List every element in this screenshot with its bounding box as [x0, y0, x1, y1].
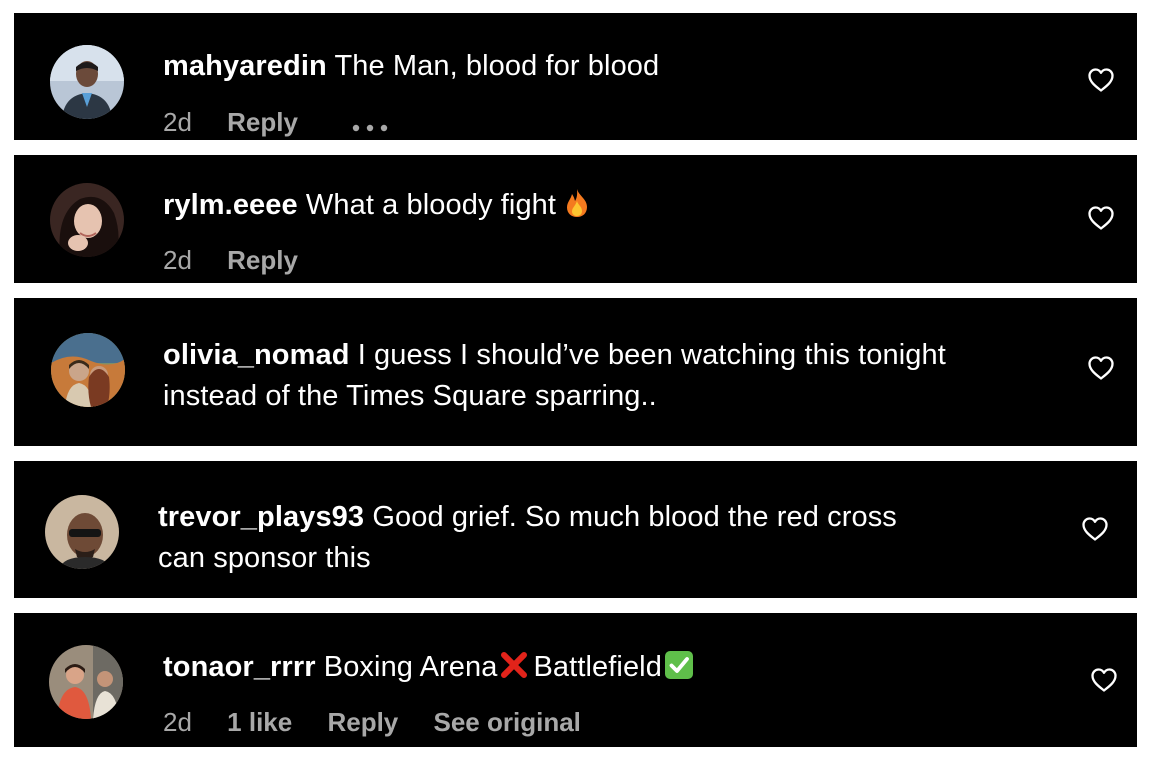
comment-meta: 2d Reply — [163, 106, 389, 140]
comment-meta: 2d 1 like Reply See original — [163, 706, 581, 738]
comment-text-block: olivia_nomad I guess I should’ve been wa… — [163, 335, 946, 417]
heart-outline-icon[interactable] — [1087, 67, 1115, 93]
heart-outline-icon[interactable] — [1087, 355, 1115, 381]
red-x-emoji-icon — [499, 650, 529, 692]
comment-text-part-2: Battlefield — [533, 651, 662, 683]
comment-text-block: mahyaredin The Man, blood for blood — [163, 46, 659, 87]
comment-username[interactable]: tonaor_rrrr — [163, 651, 316, 683]
see-original-button[interactable]: See original — [434, 706, 581, 738]
fire-emoji-icon — [564, 188, 590, 218]
comment-time: 2d — [163, 107, 192, 137]
avatar[interactable] — [50, 45, 124, 119]
comment-meta: 2d Reply — [163, 244, 298, 276]
reply-button[interactable]: Reply — [227, 106, 298, 138]
comment-card: mahyaredin The Man, blood for blood 2d R… — [14, 13, 1137, 140]
comment-card: rylm.eeee What a bloody fight 2d Reply — [14, 155, 1137, 283]
avatar[interactable] — [50, 183, 124, 257]
avatar[interactable] — [45, 495, 119, 569]
comment-text-line-1: olivia_nomad I guess I should’ve been wa… — [163, 335, 946, 376]
comment-text-part-1: Boxing Arena — [323, 651, 498, 683]
comment-username[interactable]: rylm.eeee — [163, 189, 298, 221]
comment-text: I guess I should’ve been watching this t… — [357, 339, 946, 371]
comment-text-block: rylm.eeee What a bloody fight — [163, 185, 590, 226]
comment-text-line-1: trevor_plays93 Good grief. So much blood… — [158, 497, 897, 538]
comment-card: tonaor_rrrr Boxing Arena Battlefield 2d … — [14, 613, 1137, 747]
green-check-emoji-icon — [664, 650, 694, 680]
comment-text: The Man, blood for blood — [334, 50, 660, 82]
comment-username[interactable]: olivia_nomad — [163, 339, 350, 371]
comment-username[interactable]: trevor_plays93 — [158, 501, 364, 533]
avatar[interactable] — [51, 333, 125, 407]
comment-text-block: tonaor_rrrr Boxing Arena Battlefield — [163, 647, 694, 692]
more-dots-icon[interactable] — [351, 108, 389, 140]
heart-outline-icon[interactable] — [1090, 667, 1118, 693]
comment-text-line-2: instead of the Times Square sparring.. — [163, 380, 657, 412]
comment-time: 2d — [163, 707, 192, 737]
comment-text: Good grief. So much blood the red cross — [372, 501, 897, 533]
comment-card: trevor_plays93 Good grief. So much blood… — [14, 461, 1137, 598]
comment-time: 2d — [163, 245, 192, 275]
comment-text-block: trevor_plays93 Good grief. So much blood… — [158, 497, 897, 579]
comment-card: olivia_nomad I guess I should’ve been wa… — [14, 298, 1137, 446]
reply-button[interactable]: Reply — [327, 706, 398, 738]
heart-outline-icon[interactable] — [1087, 205, 1115, 231]
comment-username[interactable]: mahyaredin — [163, 50, 327, 82]
reply-button[interactable]: Reply — [227, 244, 298, 276]
comment-text: What a bloody fight — [305, 189, 557, 221]
heart-outline-icon[interactable] — [1081, 516, 1109, 542]
comment-text-line-2: can sponsor this — [158, 542, 371, 574]
avatar[interactable] — [49, 645, 123, 719]
likes-count-button[interactable]: 1 like — [227, 706, 292, 738]
